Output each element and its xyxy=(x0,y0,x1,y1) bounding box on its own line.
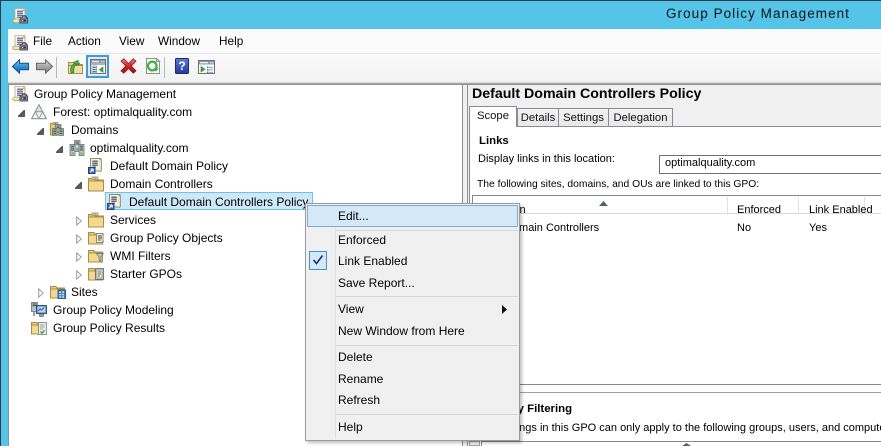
svg-text:?: ? xyxy=(178,59,185,73)
